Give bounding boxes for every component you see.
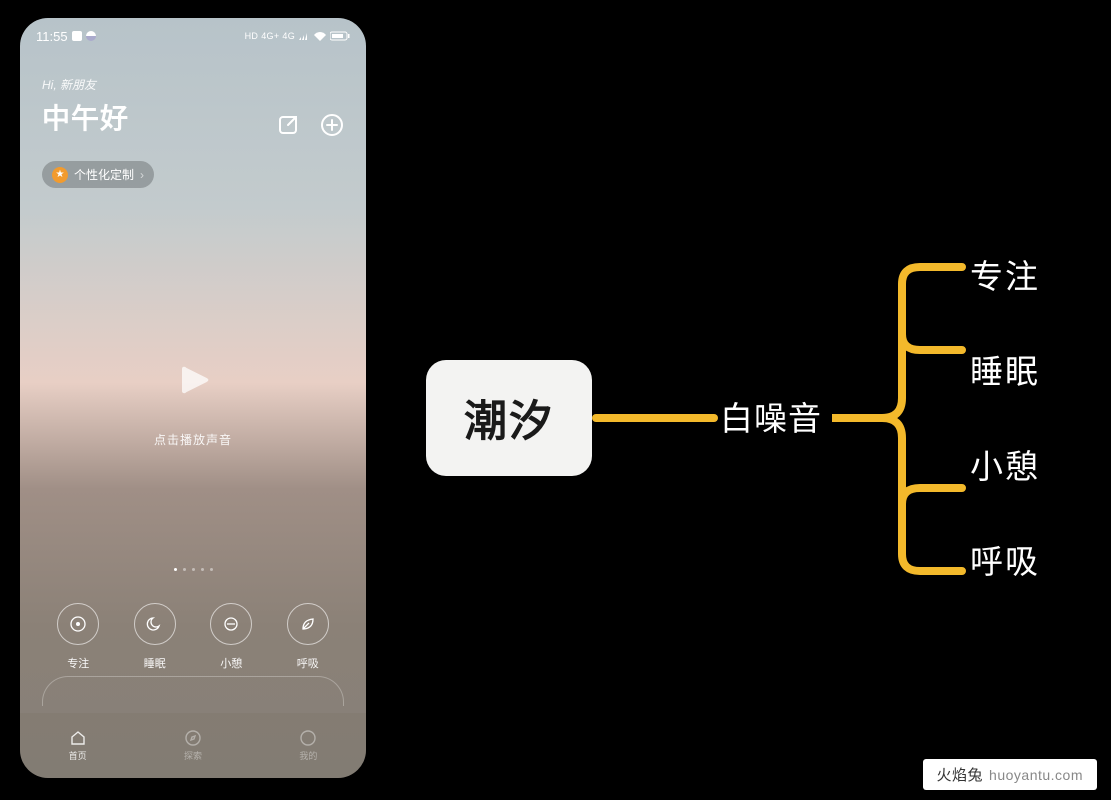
mindmap-leaf: 睡眠 [970,345,1040,393]
bracket-connector [832,254,982,584]
status-right-icons: HD4G+4G [245,31,350,41]
mode-label: 呼吸 [297,655,319,671]
customize-pill-label: 个性化定制 [74,166,134,183]
tab-label: 首页 [69,749,87,762]
status-indicator-icon [72,31,82,41]
mode-label: 小憩 [220,655,242,671]
mode-label: 睡眠 [144,655,166,671]
home-icon [69,729,87,747]
mindmap-leaf: 小憩 [970,440,1040,488]
tab-profile[interactable]: 我的 [299,729,317,762]
status-bar: 11:55 HD4G+4G [20,18,366,48]
greeting-large: 中午好 [42,97,129,137]
compass-icon [184,729,202,747]
play-button[interactable] [171,358,215,402]
status-time: 11:55 [36,29,68,44]
customize-pill[interactable]: ★ 个性化定制 › [42,161,154,188]
bottom-card-peek[interactable] [42,676,344,706]
play-label: 点击播放声音 [20,431,366,448]
greeting-small: Hi, 新朋友 [42,76,129,93]
focus-icon [57,603,99,645]
phone-mockup: 11:55 HD4G+4G Hi, 新朋友 中午好 ★ 个性化定制 › 点击播放 [20,18,366,778]
moon-icon [134,603,176,645]
nap-icon [210,603,252,645]
mode-focus[interactable]: 专注 [57,603,99,671]
tab-explore[interactable]: 探索 [184,729,202,762]
leaf-icon [287,603,329,645]
tab-home[interactable]: 首页 [69,729,87,762]
mindmap-leaf: 呼吸 [970,535,1040,583]
mode-sleep[interactable]: 睡眠 [134,603,176,671]
star-icon: ★ [52,167,68,183]
connector-line [592,414,718,422]
tab-label: 探索 [184,749,202,762]
share-icon[interactable] [276,113,300,137]
mindmap: 潮汐 白噪音 专注 睡眠 小憩 呼吸 [420,240,1100,580]
tab-bar: 首页 探索 我的 [20,713,366,778]
header: Hi, 新朋友 中午好 [20,48,366,149]
status-weather-icon [86,31,96,41]
tab-label: 我的 [299,749,317,762]
mode-row: 专注 睡眠 小憩 呼吸 [20,603,366,671]
page-dots [20,568,366,571]
mode-breathe[interactable]: 呼吸 [287,603,329,671]
profile-icon [299,729,317,747]
mode-label: 专注 [67,655,89,671]
mindmap-middle: 白噪音 [720,392,822,440]
watermark: 火焰兔huoyantu.com [923,759,1097,790]
chevron-right-icon: › [140,168,144,182]
mindmap-leaf: 专注 [970,250,1040,298]
mindmap-root: 潮汐 [426,360,592,476]
mode-nap[interactable]: 小憩 [210,603,252,671]
add-icon[interactable] [320,113,344,137]
